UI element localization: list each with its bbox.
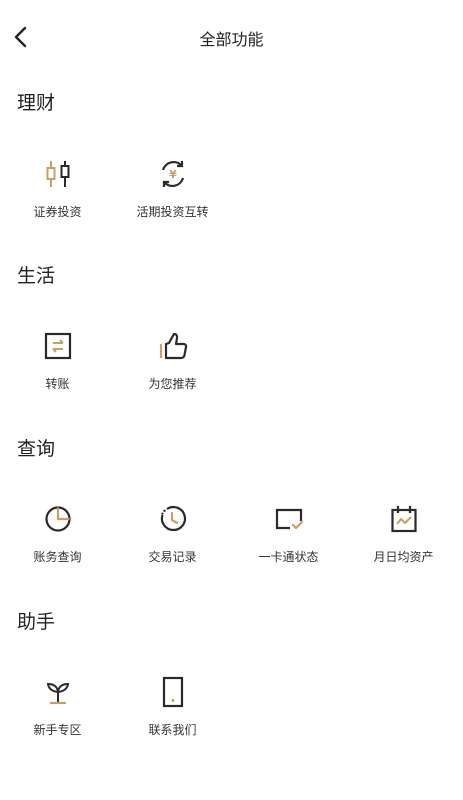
card-status-item[interactable]: 一卡通状态: [231, 500, 346, 580]
daily-avg-assets-label: 月日均资产: [373, 550, 434, 564]
card-check-icon: [272, 502, 306, 536]
yen-cycle-icon: ¥: [156, 157, 190, 191]
account-query-item[interactable]: 账务查询: [0, 500, 115, 580]
pie-chart-icon: [41, 502, 75, 536]
recommend-item[interactable]: 为您推荐: [115, 327, 230, 407]
transfer-icon: [41, 329, 75, 363]
securities-investment-item[interactable]: 证券投资: [0, 155, 115, 235]
section-title-assistant: 助手: [17, 611, 56, 633]
section-title-life: 生活: [17, 265, 56, 287]
section-title-query: 查询: [17, 438, 56, 460]
recommend-label: 为您推荐: [148, 377, 197, 391]
calendar-chart-icon: [387, 502, 421, 536]
history-clock-icon: [156, 502, 190, 536]
card-status-label: 一卡通状态: [258, 550, 319, 564]
transfer-item[interactable]: 转账: [0, 327, 115, 407]
transaction-history-label: 交易记录: [148, 550, 197, 564]
account-query-label: 账务查询: [33, 550, 82, 564]
candlestick-icon: [41, 157, 75, 191]
contact-us-item[interactable]: 联系我们: [115, 673, 230, 753]
beginner-zone-item[interactable]: 新手专区: [0, 673, 115, 753]
phone-icon: [156, 675, 190, 709]
transfer-label: 转账: [45, 377, 70, 391]
thumbs-up-icon: [156, 329, 190, 363]
demand-investment-transfer-label: 活期投资互转: [136, 205, 209, 219]
top-bar: 全部功能: [0, 0, 463, 76]
daily-avg-assets-item[interactable]: 月日均资产: [346, 500, 461, 580]
sprout-icon: [41, 675, 75, 709]
beginner-zone-label: 新手专区: [33, 723, 82, 737]
page-title: 全部功能: [199, 30, 264, 49]
svg-text:¥: ¥: [169, 168, 177, 181]
contact-us-label: 联系我们: [148, 723, 197, 737]
securities-investment-label: 证券投资: [33, 205, 82, 219]
section-title-wealth: 理财: [17, 92, 56, 114]
transaction-history-item[interactable]: 交易记录: [115, 500, 230, 580]
demand-investment-transfer-item[interactable]: ¥ 活期投资互转: [115, 155, 230, 235]
